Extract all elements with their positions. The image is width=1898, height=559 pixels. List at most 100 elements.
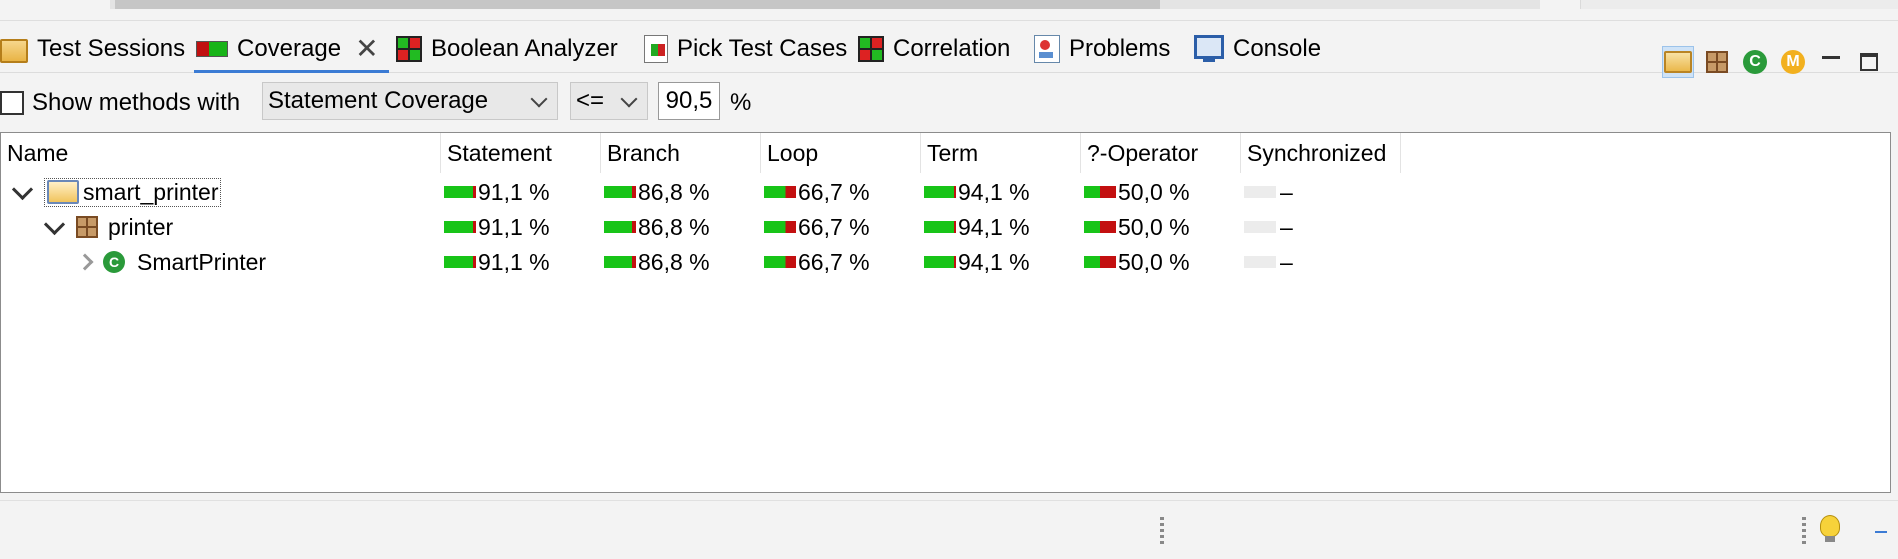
divider (0, 20, 1898, 21)
chevron-down-icon[interactable] (11, 178, 34, 200)
minimize-button[interactable] (1816, 47, 1846, 77)
empty-bar (1244, 256, 1276, 268)
term-cell: 94,1 % (924, 245, 1030, 279)
tab-pick-test-cases[interactable]: Pick Test Cases (644, 30, 847, 68)
selected-node[interactable]: smart_printer (44, 177, 222, 207)
show-projects-button[interactable] (1662, 46, 1694, 78)
tab-label: Console (1233, 35, 1322, 62)
column-header-statement[interactable]: Statement (441, 133, 601, 173)
table-row[interactable]: smart_printer 91,1 % 86,8 % 66,7 % 94,1 … (1, 175, 1890, 209)
tab-coverage[interactable]: Coverage ✕ (194, 30, 389, 73)
method-icon: M (1781, 50, 1805, 74)
show-methods-checkbox[interactable] (0, 91, 24, 115)
drag-handle[interactable] (1802, 517, 1806, 545)
scroll-thumb[interactable] (115, 0, 1160, 9)
chevron-down-icon[interactable] (43, 213, 66, 235)
coverage-bar (924, 256, 956, 268)
filter-row: Show methods with Statement Coverage <= … (0, 82, 1898, 122)
coverage-value: 94,1 % (958, 248, 1030, 275)
minimize-trim-icon[interactable] (1875, 531, 1887, 533)
tree-cell: C SmartPrinter (76, 245, 266, 279)
drag-handle[interactable] (1160, 517, 1164, 545)
operator-select[interactable]: <= (570, 82, 648, 120)
close-icon[interactable]: ✕ (355, 35, 378, 63)
column-header-operator[interactable]: ?-Operator (1081, 133, 1241, 173)
synchronized-cell: – (1244, 210, 1293, 244)
scroll-right-region (1580, 0, 1898, 9)
problems-icon (1034, 35, 1060, 63)
node-label: smart_printer (83, 178, 219, 205)
chevron-down-icon (620, 90, 638, 108)
column-header-branch[interactable]: Branch (601, 133, 761, 173)
maximize-button[interactable] (1854, 47, 1884, 77)
coverage-bar (444, 186, 476, 198)
console-icon (1194, 35, 1224, 62)
tab-problems[interactable]: Problems (1034, 30, 1170, 68)
tab-label: Pick Test Cases (677, 35, 848, 62)
coverage-bar (1084, 186, 1116, 198)
minimize-icon (1822, 55, 1840, 59)
loop-cell: 66,7 % (764, 175, 870, 209)
coverage-bar (1084, 221, 1116, 233)
coverage-bar (924, 186, 956, 198)
coverage-bar (764, 256, 796, 268)
operator-cell: 50,0 % (1084, 245, 1190, 279)
coverage-icon (196, 41, 228, 57)
maximize-icon (1860, 53, 1878, 71)
threshold-input[interactable]: 90,5 (658, 82, 720, 120)
branch-cell: 86,8 % (604, 175, 710, 209)
show-methods-button[interactable]: M (1778, 47, 1808, 77)
coverage-bar (604, 256, 636, 268)
view-tab-bar: Test Sessions Coverage ✕ Boolean Analyze… (0, 22, 1898, 78)
coverage-value: 94,1 % (958, 178, 1030, 205)
coverage-value: 91,1 % (478, 248, 550, 275)
view-toolbar: C M (1662, 46, 1884, 78)
metric-select[interactable]: Statement Coverage (262, 82, 558, 120)
coverage-bar (924, 221, 956, 233)
coverage-value: 94,1 % (958, 213, 1030, 240)
show-classes-button[interactable]: C (1740, 47, 1770, 77)
class-icon: C (103, 251, 125, 273)
package-icon (76, 216, 98, 238)
coverage-value: 86,8 % (638, 248, 710, 275)
statement-cell: 91,1 % (444, 175, 550, 209)
coverage-bar (764, 221, 796, 233)
show-methods-label: Show methods with (32, 89, 241, 116)
coverage-value: 86,8 % (638, 213, 710, 240)
tab-test-sessions[interactable]: Test Sessions (0, 30, 185, 68)
table-row[interactable]: printer 91,1 % 86,8 % 66,7 % 94,1 % 50,0… (1, 210, 1890, 244)
coverage-bar (604, 186, 636, 198)
loop-cell: 66,7 % (764, 245, 870, 279)
statement-cell: 91,1 % (444, 245, 550, 279)
coverage-value: 91,1 % (478, 178, 550, 205)
tab-boolean-analyzer[interactable]: Boolean Analyzer (396, 30, 618, 68)
column-header-loop[interactable]: Loop (761, 133, 921, 173)
coverage-value: 50,0 % (1118, 213, 1190, 240)
coverage-bar (444, 256, 476, 268)
coverage-value: 50,0 % (1118, 178, 1190, 205)
top-scrollbar[interactable] (0, 0, 1898, 22)
show-packages-button[interactable] (1702, 47, 1732, 77)
tab-label: Correlation (893, 35, 1011, 62)
boolean-analyzer-icon (396, 36, 422, 62)
coverage-value: – (1280, 213, 1293, 240)
tab-console[interactable]: Console (1194, 30, 1321, 68)
column-header-synchronized[interactable]: Synchronized (1241, 133, 1401, 173)
folder-icon (1664, 51, 1692, 73)
chevron-right-icon[interactable] (76, 253, 94, 271)
synchronized-cell: – (1244, 175, 1293, 209)
tab-label: Boolean Analyzer (431, 35, 618, 62)
tab-correlation[interactable]: Correlation (858, 30, 1010, 68)
threshold-value: 90,5 (665, 87, 713, 114)
term-cell: 94,1 % (924, 210, 1030, 244)
coverage-value: 50,0 % (1118, 248, 1190, 275)
column-header-term[interactable]: Term (921, 133, 1081, 173)
coverage-bar (1084, 256, 1116, 268)
table-row[interactable]: C SmartPrinter 91,1 % 86,8 % 66,7 % 94,1… (1, 245, 1890, 279)
status-bar (0, 500, 1898, 559)
lightbulb-icon[interactable] (1820, 515, 1840, 542)
coverage-value: 66,7 % (798, 178, 870, 205)
column-header-name[interactable]: Name (1, 133, 441, 173)
term-cell: 94,1 % (924, 175, 1030, 209)
metric-value: Statement Coverage (268, 87, 489, 114)
